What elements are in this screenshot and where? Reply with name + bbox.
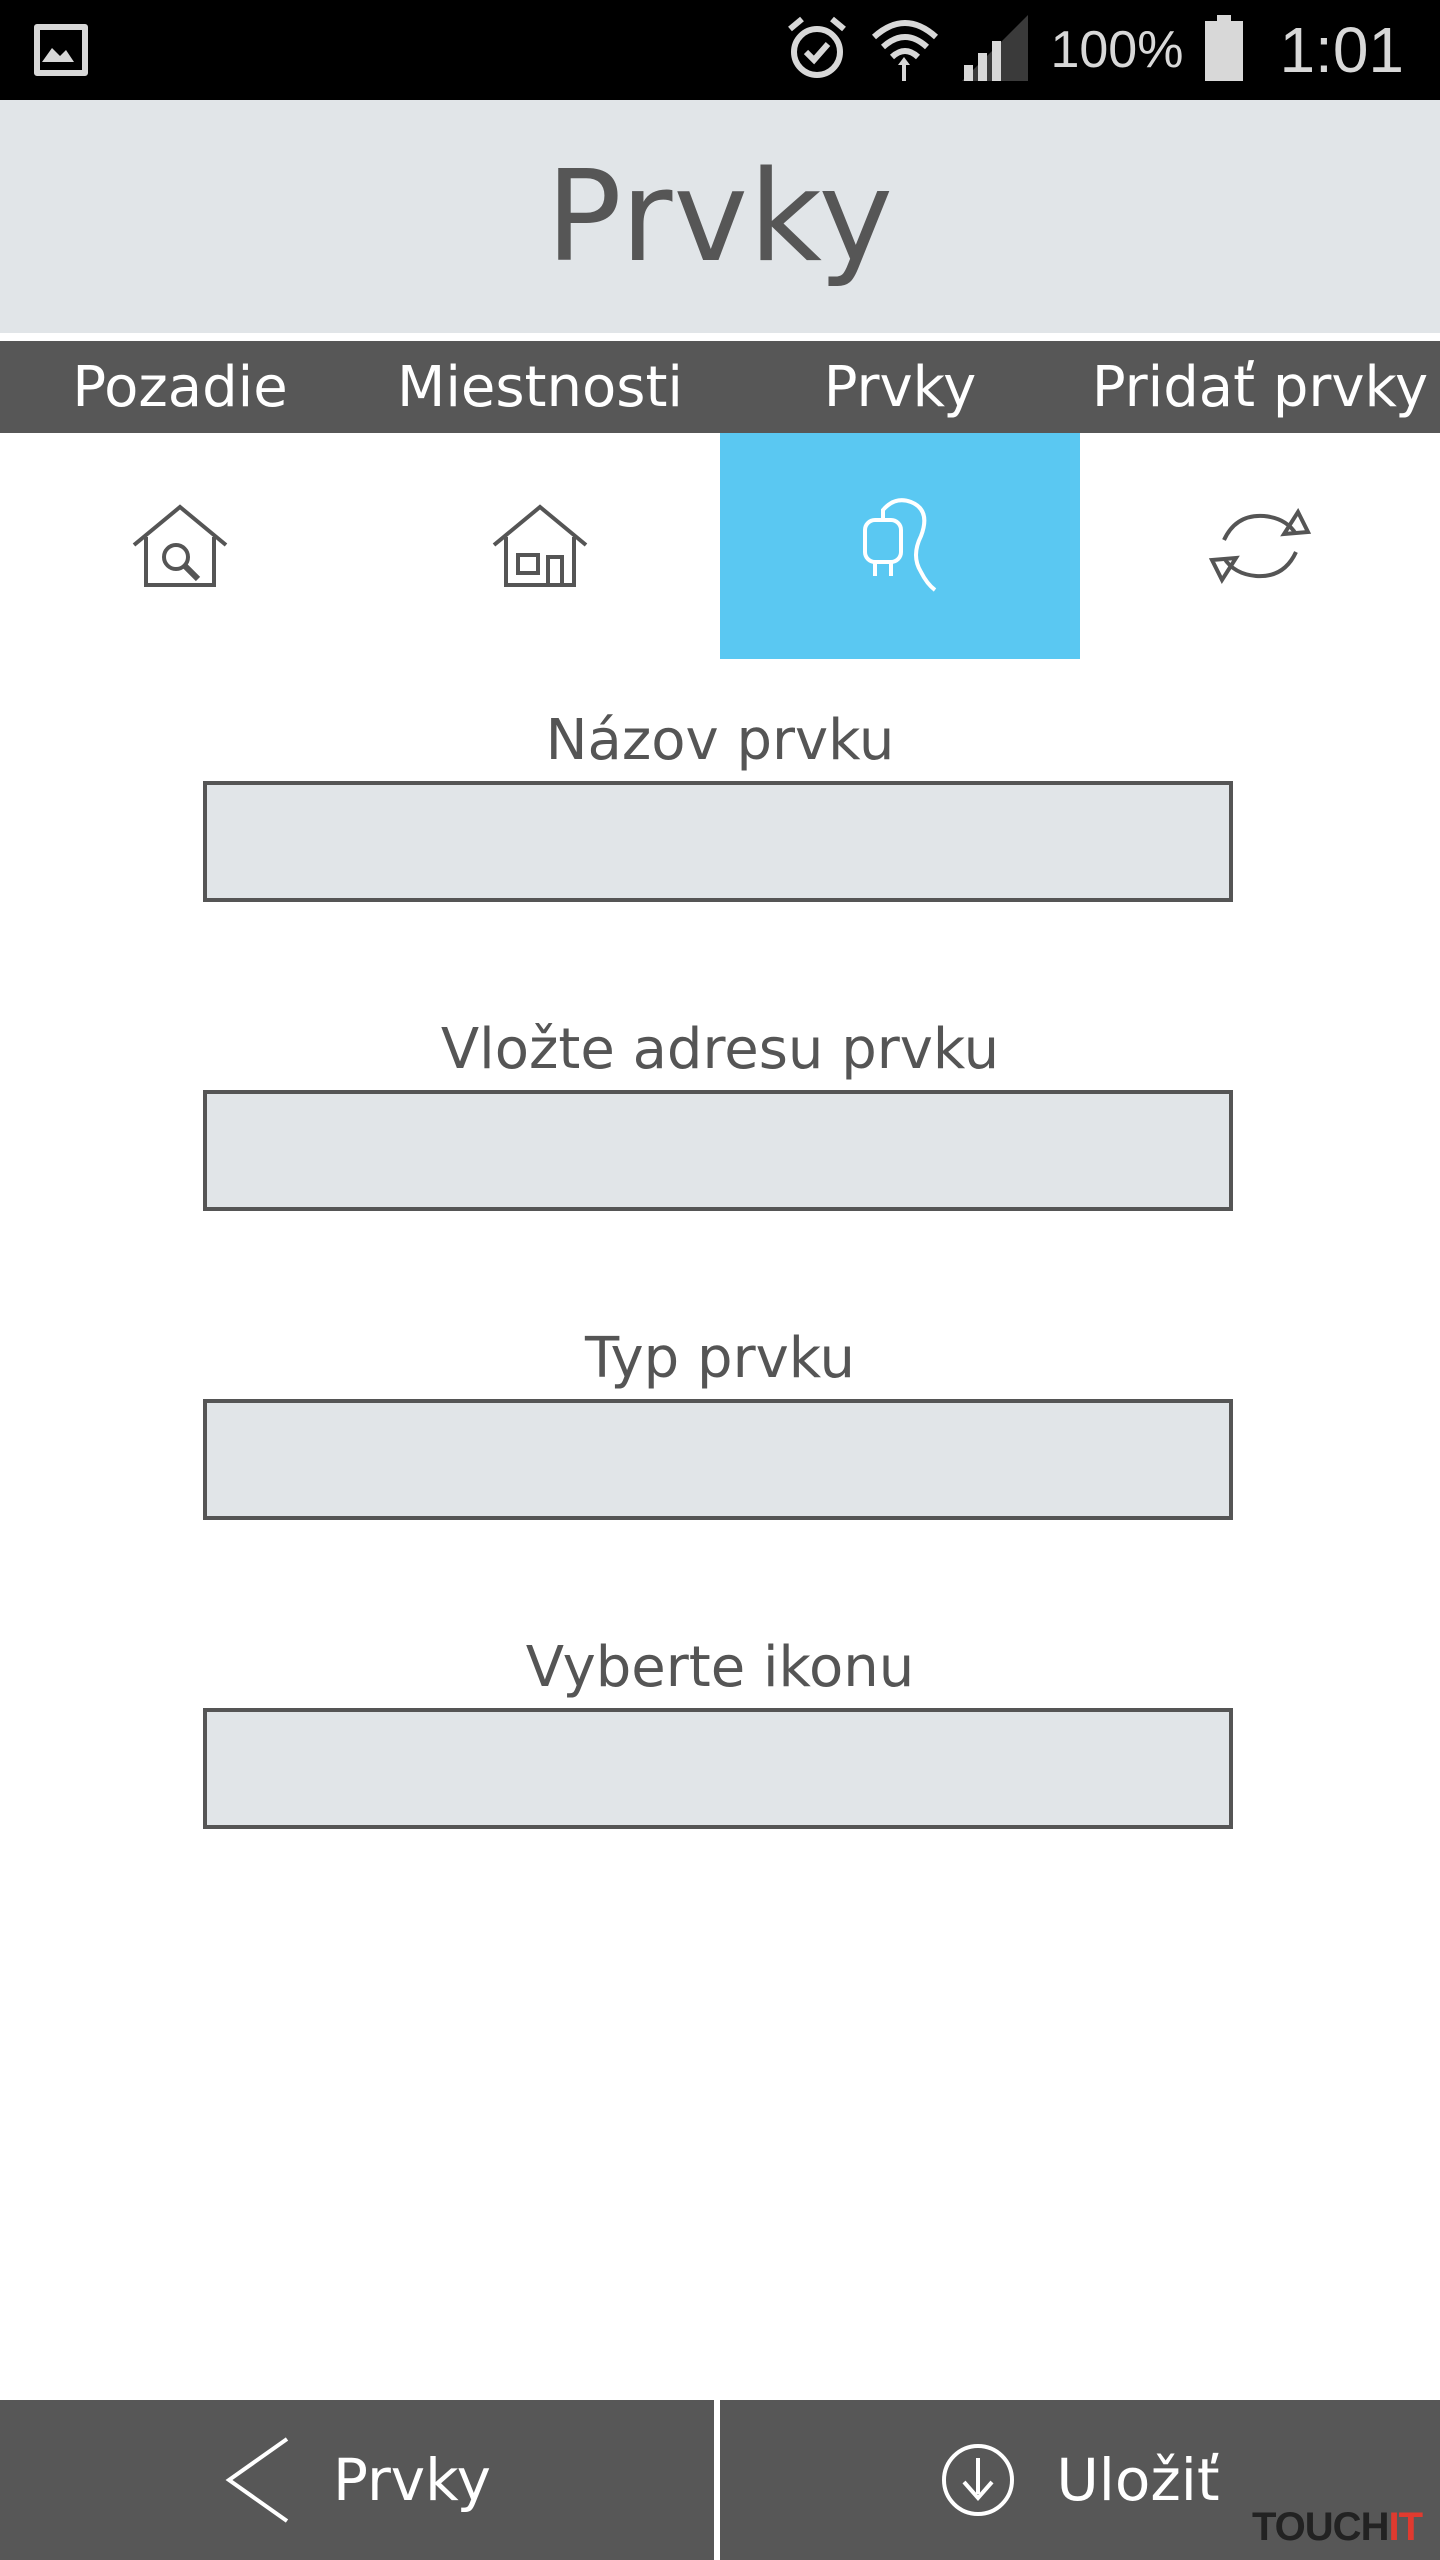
back-button[interactable]: Prvky	[0, 2400, 714, 2560]
back-button-label: Prvky	[333, 2446, 491, 2514]
plug-icon	[863, 498, 937, 592]
tab-miestnosti[interactable]: Miestnosti	[360, 341, 720, 433]
clock: 1:01	[1279, 14, 1404, 86]
alarm-icon	[786, 15, 848, 86]
adresa-prvku-input[interactable]	[203, 1090, 1233, 1211]
gallery-icon	[34, 24, 88, 76]
watermark-accent: IT	[1388, 2505, 1423, 2549]
save-button-label: Uložiť	[1056, 2446, 1220, 2514]
house-icon	[492, 504, 588, 587]
signal-icon	[962, 14, 1029, 86]
icon-tab-pridat-prvky[interactable]	[1080, 433, 1440, 659]
field-label-typ: Typ prvku	[585, 1326, 855, 1391]
watermark-main: TOUCH	[1251, 2505, 1389, 2549]
header-divider	[0, 333, 1440, 341]
page-header: Prvky	[0, 100, 1440, 333]
nazov-prvku-input[interactable]	[203, 781, 1233, 902]
battery-icon	[1205, 14, 1244, 86]
tab-bar: Pozadie Miestnosti Prvky Pridať prvky	[0, 341, 1440, 433]
chevron-left-icon	[225, 2437, 289, 2523]
icon-tab-miestnosti[interactable]	[360, 433, 720, 659]
icon-tab-pozadie[interactable]	[0, 433, 360, 659]
icon-tab-row	[0, 433, 1440, 659]
house-search-icon	[132, 504, 228, 587]
download-circle-icon	[942, 2444, 1015, 2516]
tab-prvky[interactable]: Prvky	[720, 341, 1080, 433]
tab-pridat-prvky[interactable]: Pridať prvky	[1080, 341, 1440, 433]
icon-tab-prvky[interactable]	[720, 433, 1080, 659]
field-label-nazov: Názov prvku	[545, 708, 895, 773]
typ-prvku-input[interactable]	[203, 1399, 1233, 1520]
bottom-bar: Prvky Uložiť TOUCHIT	[0, 2400, 1440, 2560]
vyberte-ikonu-input[interactable]	[203, 1708, 1233, 1829]
status-bar: 100% 1:01	[0, 0, 1440, 100]
tab-pozadie[interactable]: Pozadie	[0, 341, 360, 433]
watermark-logo: TOUCHIT	[1251, 2505, 1423, 2550]
sync-icon	[1208, 507, 1312, 585]
field-label-ikona: Vyberte ikonu	[525, 1635, 915, 1700]
wifi-icon	[870, 13, 940, 88]
field-label-adresa: Vložte adresu prvku	[440, 1017, 1000, 1082]
page-title: Prvky	[545, 143, 895, 290]
battery-percent: 100%	[1050, 21, 1184, 79]
